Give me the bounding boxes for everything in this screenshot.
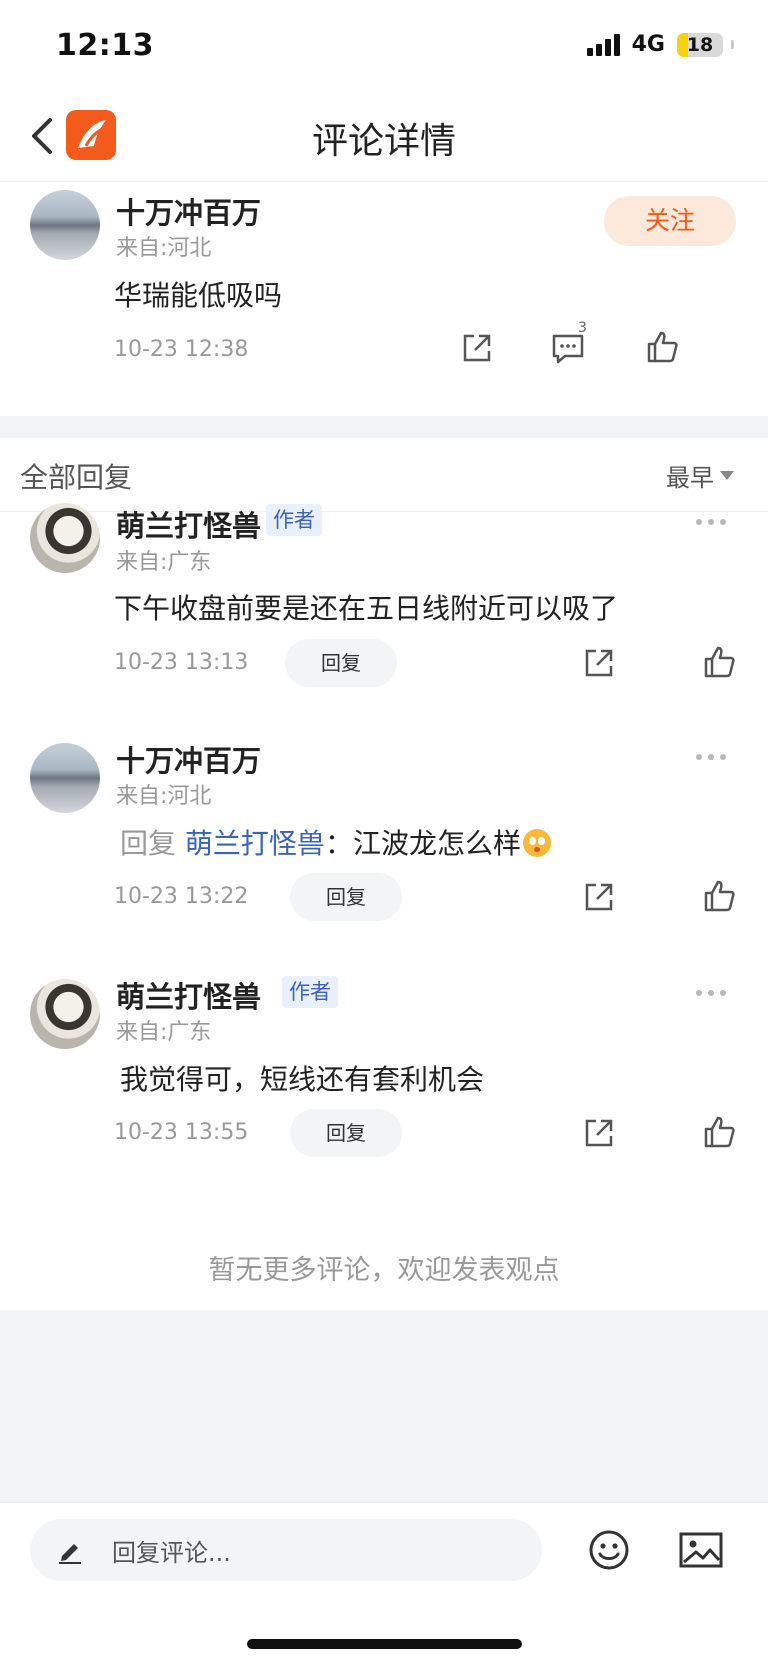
reply-count: 3: [578, 320, 587, 336]
like-icon[interactable]: [703, 879, 737, 913]
share-icon[interactable]: [583, 881, 615, 913]
reply-body: 江波龙怎么样: [352, 827, 521, 860]
timestamp: 10-23 13:55: [114, 1120, 249, 1145]
location: 来自:河北: [116, 236, 212, 261]
section-title: 全部回复: [20, 461, 133, 494]
reply-text: 我觉得可，短线还有套利机会: [120, 1063, 485, 1096]
replies-list: 萌兰打怪兽 作者 来自:广东 下午收盘前要是还在五日线附近可以吸了 10-23 …: [0, 503, 768, 1310]
like-icon[interactable]: [646, 330, 680, 364]
comment-icon[interactable]: [551, 332, 585, 364]
share-icon[interactable]: [583, 1117, 615, 1149]
status-bar: 12:13 4G 18: [0, 0, 768, 90]
main-comment: 十万冲百万 来自:河北 关注 华瑞能低吸吗 10-23 12:38 3: [0, 182, 768, 416]
username[interactable]: 萌兰打怪兽: [116, 974, 261, 1016]
sort-label: 最早: [666, 464, 714, 492]
status-time: 12:13: [56, 28, 154, 63]
status-indicators: 4G 18: [586, 32, 734, 57]
like-icon[interactable]: [703, 1115, 737, 1149]
avatar[interactable]: [30, 743, 100, 813]
reply-item: 萌兰打怪兽 作者 来自:广东 我觉得可，短线还有套利机会 10-23 13:55…: [0, 976, 768, 1220]
location: 来自:广东: [116, 1020, 212, 1045]
reply-text: 下午收盘前要是还在五日线附近可以吸了: [114, 592, 619, 625]
reply-text: 回复 萌兰打怪兽：江波龙怎么样: [120, 822, 551, 862]
username[interactable]: 十万冲百万: [116, 190, 261, 232]
end-of-comments-note: 暂无更多评论，欢迎发表观点: [208, 1255, 560, 1286]
pencil-icon: [59, 1544, 81, 1564]
nav-bar: 评论详情: [0, 90, 768, 182]
battery-icon: 18: [677, 32, 723, 57]
username[interactable]: 十万冲百万: [116, 738, 261, 780]
timestamp: 10-23 13:13: [114, 650, 249, 675]
reply-button[interactable]: 回复: [290, 873, 402, 921]
author-badge: 作者: [282, 976, 338, 1008]
follow-button[interactable]: 关注: [604, 196, 736, 246]
reply-item: 萌兰打怪兽 作者 来自:广东 下午收盘前要是还在五日线附近可以吸了 10-23 …: [0, 503, 768, 748]
avatar[interactable]: [30, 503, 100, 573]
username[interactable]: 萌兰打怪兽: [116, 503, 261, 545]
emoji-icon[interactable]: [588, 1529, 630, 1571]
avatar[interactable]: [30, 979, 100, 1049]
author-badge: 作者: [266, 504, 322, 536]
reply-input[interactable]: 回复评论...: [30, 1519, 542, 1581]
signal-icon: [586, 33, 620, 56]
reply-button[interactable]: 回复: [290, 1109, 402, 1157]
battery-cap: [731, 40, 734, 49]
mention-link[interactable]: 萌兰打怪兽: [185, 827, 325, 860]
reply-item: 十万冲百万 来自:河北 回复 萌兰打怪兽：江波龙怎么样 10-23 13:22 …: [0, 743, 768, 984]
separator: ：: [324, 827, 353, 860]
flushed-emoji-icon: [522, 829, 551, 857]
reply-button[interactable]: 回复: [285, 639, 397, 687]
reply-prefix: 回复: [120, 827, 177, 860]
battery-level: 18: [686, 33, 714, 56]
location: 来自:河北: [116, 784, 212, 809]
more-icon[interactable]: [696, 754, 726, 760]
like-icon[interactable]: [703, 645, 737, 679]
timestamp: 10-23 12:38: [114, 337, 249, 362]
comment-text: 华瑞能低吸吗: [114, 279, 283, 312]
timestamp: 10-23 13:22: [114, 884, 249, 909]
more-icon[interactable]: [696, 990, 726, 996]
replies-header: 全部回复 最早: [0, 438, 768, 512]
location: 来自:广东: [116, 550, 212, 575]
avatar[interactable]: [30, 190, 100, 260]
page-title: 评论详情: [311, 121, 456, 162]
caret-down-icon: [720, 471, 734, 480]
bottom-bar: 回复评论...: [0, 1502, 768, 1663]
more-icon[interactable]: [696, 519, 726, 525]
network-type: 4G: [631, 32, 665, 57]
share-icon[interactable]: [461, 332, 493, 364]
home-indicator: [247, 1639, 522, 1649]
image-icon[interactable]: [678, 1530, 724, 1570]
reply-input-placeholder: 回复评论...: [112, 1539, 231, 1567]
sort-dropdown[interactable]: 最早: [666, 458, 734, 493]
share-icon[interactable]: [583, 647, 615, 679]
